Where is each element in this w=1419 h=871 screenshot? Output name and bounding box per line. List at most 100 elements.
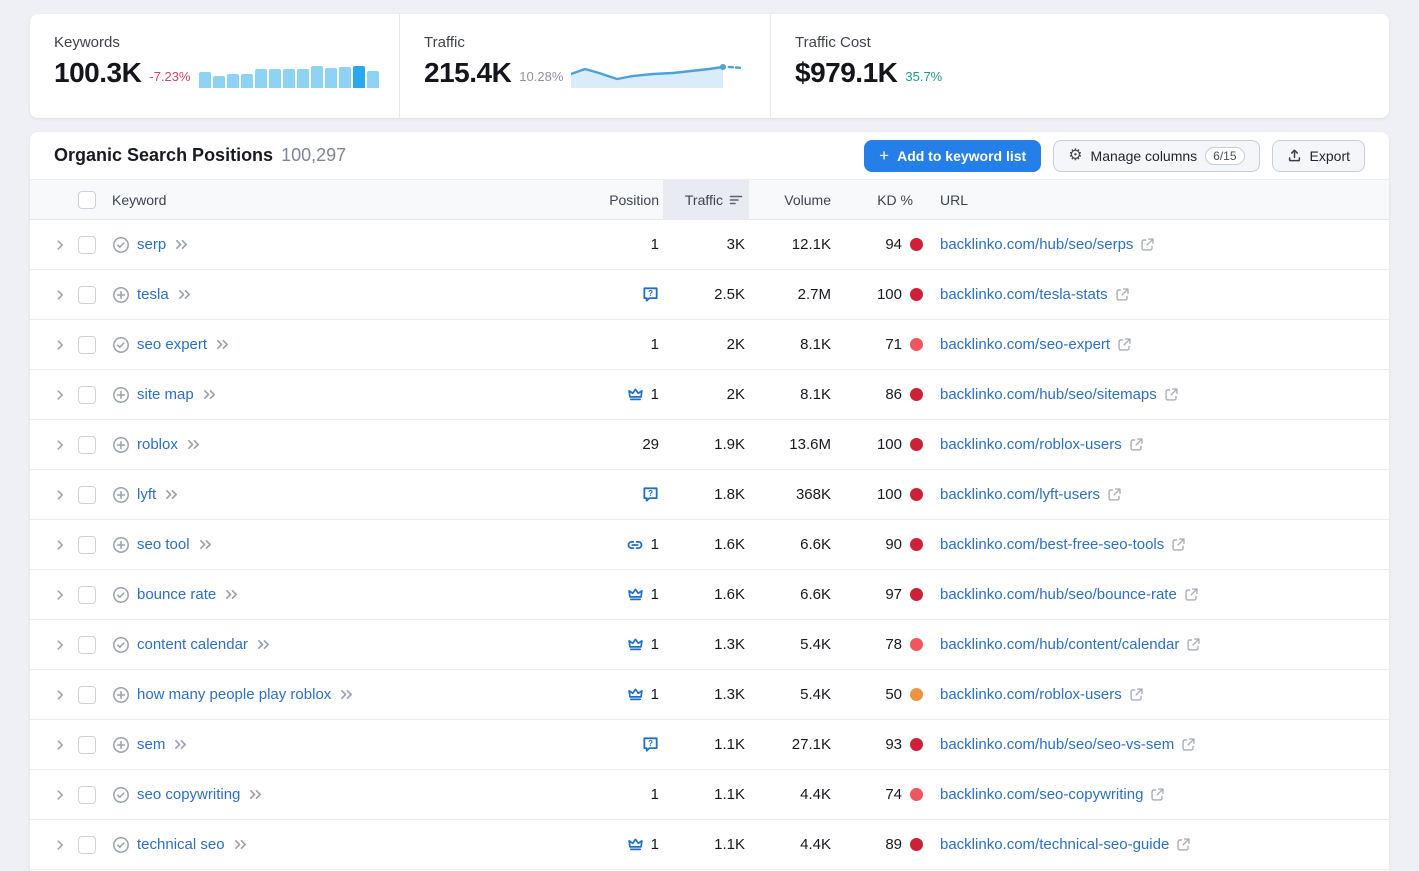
- row-checkbox[interactable]: [78, 686, 96, 704]
- row-checkbox[interactable]: [78, 336, 96, 354]
- row-expand-button[interactable]: [44, 288, 76, 302]
- row-checkbox[interactable]: [78, 786, 96, 804]
- kd-indicator-dot: [910, 238, 923, 251]
- external-link-icon[interactable]: [1176, 837, 1191, 852]
- double-chevron-icon[interactable]: [255, 638, 272, 651]
- traffic-value: 1.9K: [714, 436, 745, 453]
- volume-value: 4.4K: [800, 786, 831, 803]
- add-to-keyword-list-button[interactable]: + Add to keyword list: [864, 140, 1041, 172]
- url-link[interactable]: backlinko.com/hub/seo/sitemaps: [940, 386, 1157, 403]
- manage-columns-button[interactable]: ⚙ Manage columns 6/15: [1053, 140, 1259, 172]
- external-link-icon[interactable]: [1140, 237, 1155, 252]
- external-link-icon[interactable]: [1184, 587, 1199, 602]
- keyword-link[interactable]: serp: [137, 236, 166, 253]
- export-button[interactable]: Export: [1272, 140, 1365, 172]
- row-checkbox[interactable]: [78, 586, 96, 604]
- double-chevron-icon[interactable]: [247, 788, 264, 801]
- row-expand-button[interactable]: [44, 638, 76, 652]
- table-row: seo expert12K8.1K71backlinko.com/seo-exp…: [30, 320, 1389, 370]
- external-link-icon[interactable]: [1117, 337, 1132, 352]
- url-link[interactable]: backlinko.com/hub/content/calendar: [940, 636, 1179, 653]
- double-chevron-icon[interactable]: [163, 488, 180, 501]
- external-link-icon[interactable]: [1129, 687, 1144, 702]
- row-expand-button[interactable]: [44, 338, 76, 352]
- double-chevron-icon[interactable]: [172, 738, 189, 751]
- external-link-icon[interactable]: [1171, 537, 1186, 552]
- volume-value: 5.4K: [800, 636, 831, 653]
- keyword-link[interactable]: roblox: [137, 436, 178, 453]
- row-checkbox[interactable]: [78, 236, 96, 254]
- row-checkbox[interactable]: [78, 286, 96, 304]
- row-checkbox[interactable]: [78, 636, 96, 654]
- row-expand-button[interactable]: [44, 738, 76, 752]
- url-link[interactable]: backlinko.com/roblox-users: [940, 436, 1122, 453]
- column-kd[interactable]: KD %: [835, 180, 927, 220]
- traffic-cost-value: $979.1K: [795, 58, 897, 88]
- row-checkbox[interactable]: [78, 486, 96, 504]
- external-link-icon[interactable]: [1150, 787, 1165, 802]
- kd-value: 93: [885, 736, 902, 753]
- row-expand-button[interactable]: [44, 488, 76, 502]
- external-link-icon[interactable]: [1107, 487, 1122, 502]
- keyword-link[interactable]: technical seo: [137, 836, 225, 853]
- keyword-link[interactable]: content calendar: [137, 636, 248, 653]
- double-chevron-icon[interactable]: [201, 388, 218, 401]
- keyword-link[interactable]: sem: [137, 736, 165, 753]
- double-chevron-icon[interactable]: [214, 338, 231, 351]
- row-checkbox[interactable]: [78, 536, 96, 554]
- url-link[interactable]: backlinko.com/hub/seo/bounce-rate: [940, 586, 1177, 603]
- column-keyword[interactable]: Keyword: [112, 180, 575, 220]
- url-link[interactable]: backlinko.com/roblox-users: [940, 686, 1122, 703]
- gear-icon: ⚙: [1068, 148, 1082, 164]
- row-expand-button[interactable]: [44, 388, 76, 402]
- select-all-checkbox[interactable]: [78, 191, 96, 209]
- traffic-cost-stat: Traffic Cost $979.1K 35.7%: [770, 14, 1389, 118]
- keyword-link[interactable]: tesla: [137, 286, 169, 303]
- row-checkbox[interactable]: [78, 436, 96, 454]
- column-position[interactable]: Position: [575, 180, 663, 220]
- row-checkbox[interactable]: [78, 836, 96, 854]
- external-link-icon[interactable]: [1115, 287, 1130, 302]
- external-link-icon[interactable]: [1186, 637, 1201, 652]
- column-traffic[interactable]: Traffic: [663, 180, 749, 220]
- url-link[interactable]: backlinko.com/tesla-stats: [940, 286, 1108, 303]
- keyword-link[interactable]: bounce rate: [137, 586, 216, 603]
- keyword-link[interactable]: lyft: [137, 486, 156, 503]
- keyword-link[interactable]: seo tool: [137, 536, 190, 553]
- row-expand-button[interactable]: [44, 838, 76, 852]
- double-chevron-icon[interactable]: [232, 838, 249, 851]
- row-expand-button[interactable]: [44, 788, 76, 802]
- double-chevron-icon[interactable]: [173, 238, 190, 251]
- row-checkbox[interactable]: [78, 386, 96, 404]
- url-link[interactable]: backlinko.com/best-free-seo-tools: [940, 536, 1164, 553]
- url-link[interactable]: backlinko.com/technical-seo-guide: [940, 836, 1169, 853]
- row-expand-button[interactable]: [44, 688, 76, 702]
- column-url[interactable]: URL: [927, 180, 1389, 220]
- url-link[interactable]: backlinko.com/lyft-users: [940, 486, 1100, 503]
- url-link[interactable]: backlinko.com/seo-copywriting: [940, 786, 1143, 803]
- external-link-icon[interactable]: [1164, 387, 1179, 402]
- row-expand-button[interactable]: [44, 238, 76, 252]
- traffic-value: 2K: [727, 386, 745, 403]
- double-chevron-icon[interactable]: [338, 688, 355, 701]
- trend-bar: [339, 67, 351, 88]
- keyword-link[interactable]: how many people play roblox: [137, 686, 331, 703]
- keyword-link[interactable]: site map: [137, 386, 194, 403]
- url-link[interactable]: backlinko.com/hub/seo/seo-vs-sem: [940, 736, 1174, 753]
- row-expand-button[interactable]: [44, 438, 76, 452]
- keyword-link[interactable]: seo expert: [137, 336, 207, 353]
- external-link-icon[interactable]: [1181, 737, 1196, 752]
- row-checkbox[interactable]: [78, 736, 96, 754]
- double-chevron-icon[interactable]: [223, 588, 240, 601]
- column-volume[interactable]: Volume: [749, 180, 835, 220]
- keyword-link[interactable]: seo copywriting: [137, 786, 240, 803]
- double-chevron-icon[interactable]: [176, 288, 193, 301]
- row-expand-button[interactable]: [44, 588, 76, 602]
- row-expand-button[interactable]: [44, 538, 76, 552]
- external-link-icon[interactable]: [1129, 437, 1144, 452]
- double-chevron-icon[interactable]: [197, 538, 214, 551]
- positions-panel: Organic Search Positions 100,297 + Add t…: [30, 132, 1389, 871]
- url-link[interactable]: backlinko.com/hub/seo/serps: [940, 236, 1133, 253]
- url-link[interactable]: backlinko.com/seo-expert: [940, 336, 1110, 353]
- double-chevron-icon[interactable]: [185, 438, 202, 451]
